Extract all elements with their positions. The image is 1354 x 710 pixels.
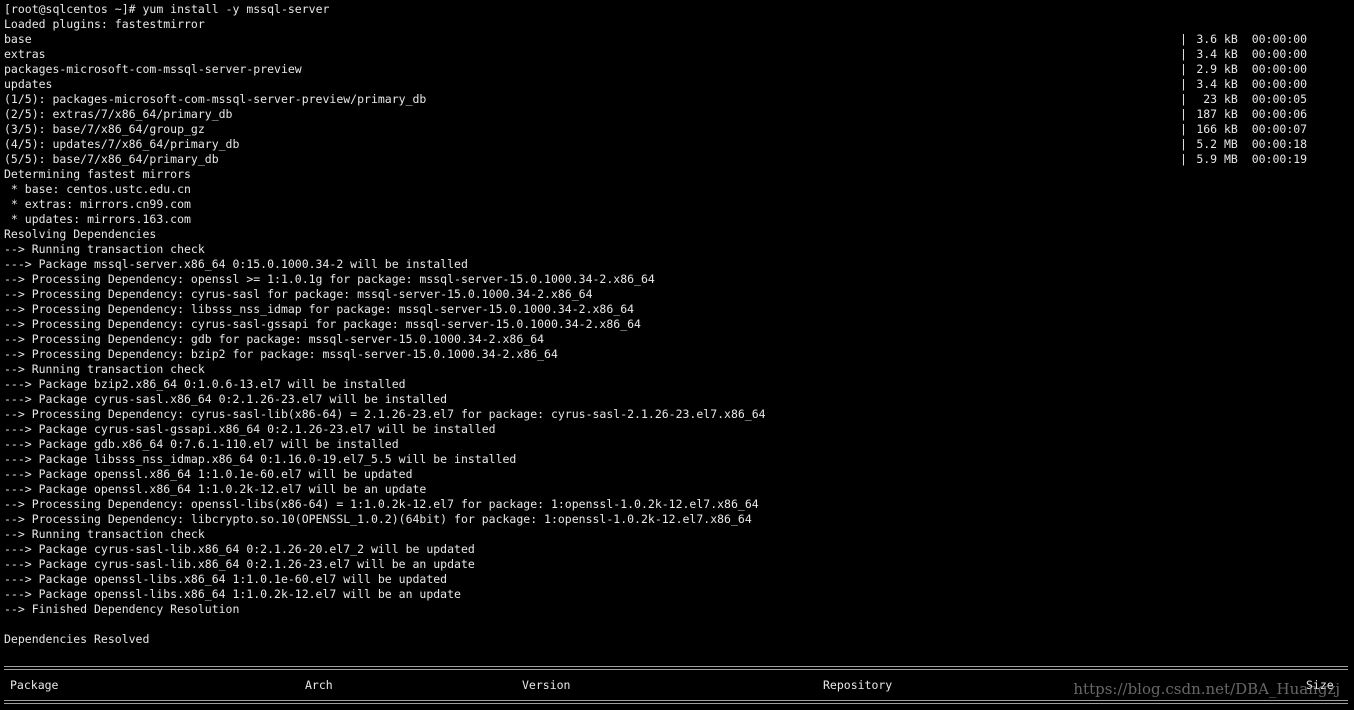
download-size: 187 kB — [1196, 107, 1238, 121]
command-text: yum install -y mssql-server — [142, 2, 330, 16]
download-time: 00:00:19 — [1251, 152, 1308, 166]
download-size: 3.4 kB — [1196, 47, 1238, 61]
column-header-repository: Repository — [823, 678, 893, 692]
table-separator-bottom — [4, 700, 1348, 704]
download-row-name: (3/5): base/7/x86_64/group_gz — [4, 122, 205, 136]
output-line: --> Processing Dependency: libcrypto.so.… — [4, 512, 752, 526]
output-line: ---> Package bzip2.x86_64 0:1.0.6-13.el7… — [4, 377, 406, 391]
output-line: --> Processing Dependency: openssl-libs(… — [4, 497, 759, 511]
download-size: 3.4 kB — [1196, 77, 1238, 91]
download-size: 5.9 MB — [1196, 152, 1238, 166]
download-row-stats: | 166 kB 00:00:07 — [1180, 122, 1308, 136]
download-time: 00:00:07 — [1251, 122, 1308, 136]
column-header-version: Version — [522, 678, 571, 692]
column-header-package: Package — [10, 678, 59, 692]
download-size: 23 kB — [1203, 92, 1238, 106]
output-line: ---> Package openssl-libs.x86_64 1:1.0.2… — [4, 587, 461, 601]
output-line: --> Processing Dependency: cyrus-sasl-li… — [4, 407, 766, 421]
output-line: --> Running transaction check — [4, 527, 205, 541]
download-size: 3.6 kB — [1196, 32, 1238, 46]
output-line: Resolving Dependencies — [4, 227, 157, 241]
output-line: * updates: mirrors.163.com — [4, 212, 191, 226]
download-time: 00:00:05 — [1251, 92, 1308, 106]
download-time: 00:00:06 — [1251, 107, 1308, 121]
output-line: ---> Package mssql-server.x86_64 0:15.0.… — [4, 257, 468, 271]
output-line: --> Processing Dependency: libsss_nss_id… — [4, 302, 635, 316]
output-line: ---> Package cyrus-sasl.x86_64 0:2.1.26-… — [4, 392, 448, 406]
download-row-stats: | 23 kB 00:00:05 — [1180, 92, 1308, 106]
output-line: Dependencies Resolved — [4, 632, 150, 646]
command-line: [root@sqlcentos ~]# yum install -y mssql… — [4, 2, 329, 17]
output-line: ---> Package libsss_nss_idmap.x86_64 0:1… — [4, 452, 517, 466]
download-row-stats: | 3.4 kB 00:00:00 — [1180, 47, 1308, 61]
output-line: --> Processing Dependency: cyrus-sasl-gs… — [4, 317, 641, 331]
download-size: 166 kB — [1196, 122, 1238, 136]
shell-prompt: [root@sqlcentos ~]# — [4, 2, 143, 16]
table-separator-top — [4, 666, 1348, 670]
download-size: 2.9 kB — [1196, 62, 1238, 76]
download-time: 00:00:00 — [1251, 47, 1308, 61]
output-line: --> Running transaction check — [4, 362, 205, 376]
output-line: --> Processing Dependency: bzip2 for pac… — [4, 347, 558, 361]
download-time: 00:00:00 — [1251, 32, 1308, 46]
output-line: ---> Package cyrus-sasl-gssapi.x86_64 0:… — [4, 422, 496, 436]
output-line: --> Processing Dependency: cyrus-sasl fo… — [4, 287, 593, 301]
download-row-stats: | 187 kB 00:00:06 — [1180, 107, 1308, 121]
download-row-name: (4/5): updates/7/x86_64/primary_db — [4, 137, 240, 151]
download-row-name: base — [4, 32, 32, 46]
download-row-stats: | 5.9 MB 00:00:19 — [1180, 152, 1308, 166]
download-row-name: (2/5): extras/7/x86_64/primary_db — [4, 107, 233, 121]
output-line: --> Finished Dependency Resolution — [4, 602, 240, 616]
output-line: --> Processing Dependency: openssl >= 1:… — [4, 272, 655, 286]
output-line: ---> Package cyrus-sasl-lib.x86_64 0:2.1… — [4, 542, 475, 556]
output-line: ---> Package openssl.x86_64 1:1.0.2k-12.… — [4, 482, 427, 496]
download-row-name: updates — [4, 77, 53, 91]
output-line: --> Processing Dependency: gdb for packa… — [4, 332, 545, 346]
output-line: ---> Package openssl-libs.x86_64 1:1.0.1… — [4, 572, 448, 586]
download-time: 00:00:00 — [1251, 77, 1308, 91]
loaded-plugins-line: Loaded plugins: fastestmirror — [4, 17, 205, 31]
output-line: ---> Package openssl.x86_64 1:1.0.1e-60.… — [4, 467, 413, 481]
download-size: 5.2 MB — [1196, 137, 1238, 151]
download-row-name: (5/5): base/7/x86_64/primary_db — [4, 152, 219, 166]
terminal-window[interactable]: [root@sqlcentos ~]# yum install -y mssql… — [0, 0, 1354, 710]
output-line: Determining fastest mirrors — [4, 167, 191, 181]
output-line: --> Running transaction check — [4, 242, 205, 256]
output-line: * base: centos.ustc.edu.cn — [4, 182, 191, 196]
download-time: 00:00:00 — [1251, 62, 1308, 76]
output-line: ---> Package cyrus-sasl-lib.x86_64 0:2.1… — [4, 557, 475, 571]
download-row-stats: | 3.6 kB 00:00:00 — [1180, 32, 1308, 46]
watermark-text: https://blog.csdn.net/DBA_Huangzj — [1073, 680, 1340, 698]
column-header-arch: Arch — [305, 678, 333, 692]
download-row-stats: | 5.2 MB 00:00:18 — [1180, 137, 1308, 151]
download-row-stats: | 3.4 kB 00:00:00 — [1180, 77, 1308, 91]
download-row-name: (1/5): packages-microsoft-com-mssql-serv… — [4, 92, 427, 106]
output-line: ---> Package gdb.x86_64 0:7.6.1-110.el7 … — [4, 437, 399, 451]
output-line: * extras: mirrors.cn99.com — [4, 197, 191, 211]
download-row-name: extras — [4, 47, 46, 61]
download-row-stats: | 2.9 kB 00:00:00 — [1180, 62, 1308, 76]
download-time: 00:00:18 — [1251, 137, 1308, 151]
download-row-name: packages-microsoft-com-mssql-server-prev… — [4, 62, 302, 76]
